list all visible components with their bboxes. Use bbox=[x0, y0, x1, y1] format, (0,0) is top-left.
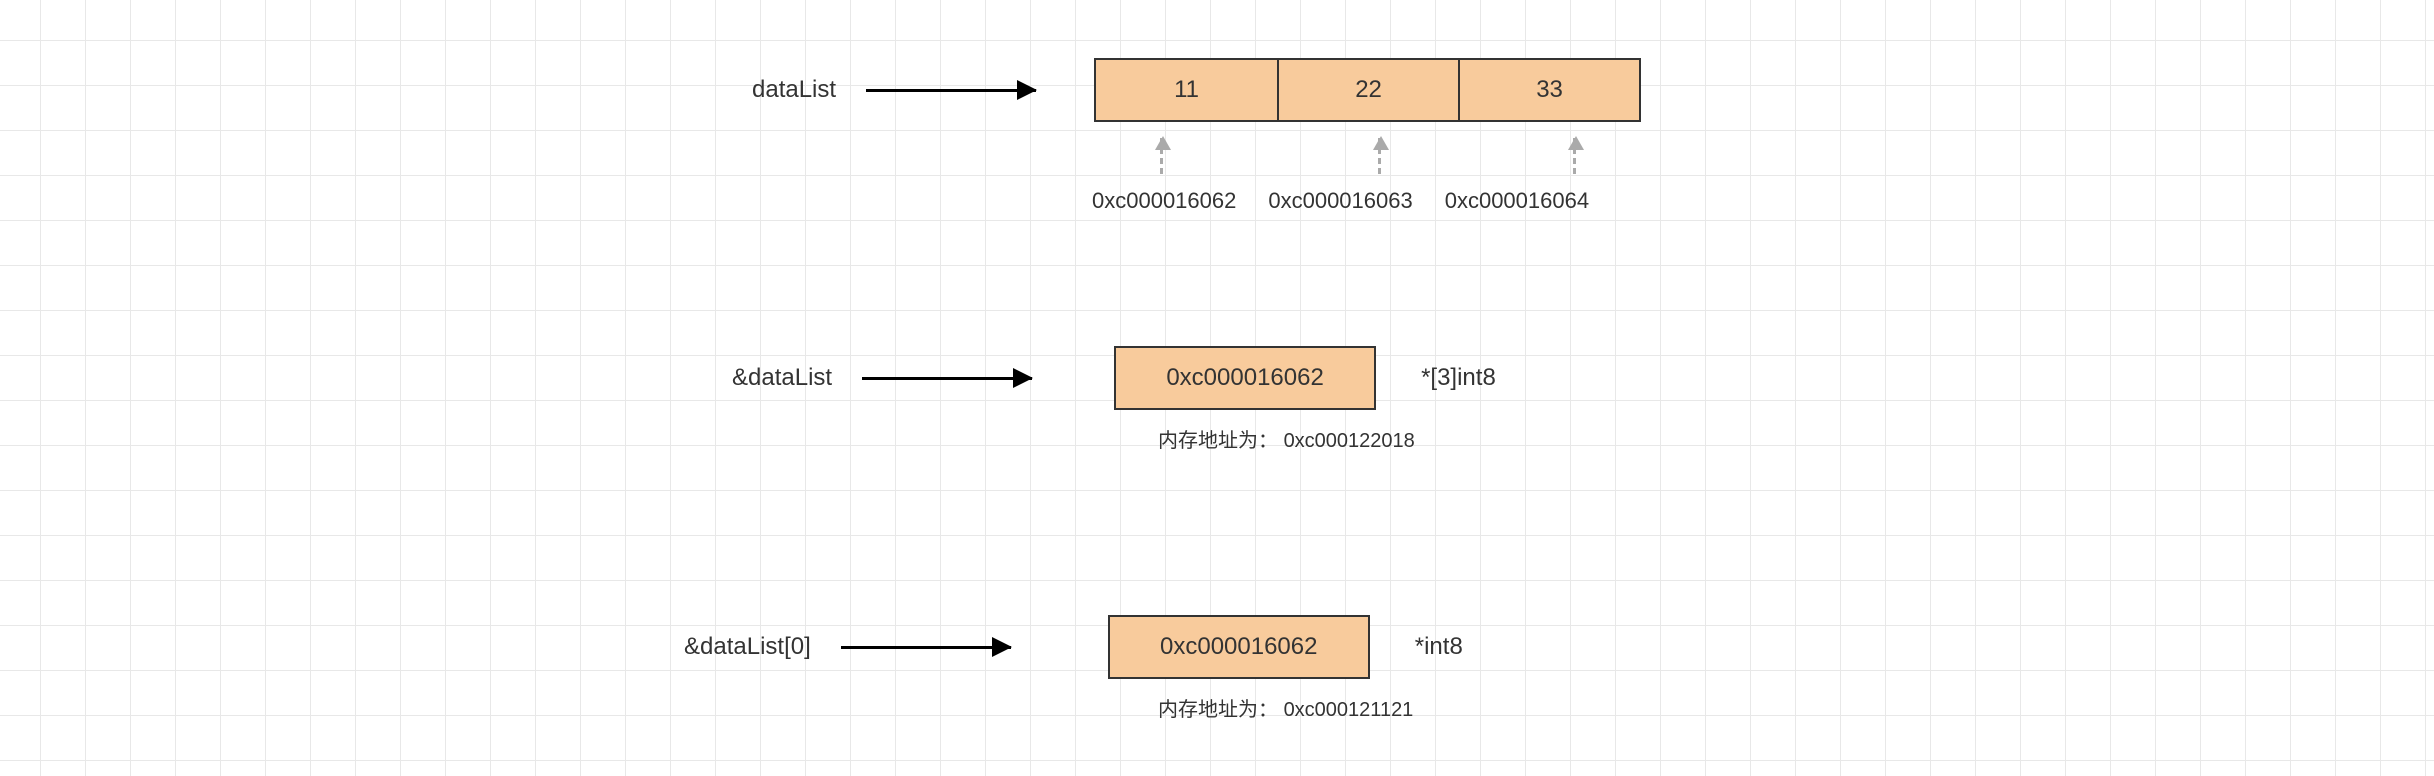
address-row: 0xc000016062 0xc000016063 0xc000016064 bbox=[1092, 188, 1589, 214]
mem-address-line: 内存地址为： 0xc000121121 bbox=[1158, 693, 1413, 722]
mem-label: 内存地址为： bbox=[1158, 430, 1278, 452]
arrow-icon bbox=[862, 377, 1032, 380]
mem-value: 0xc000121121 bbox=[1284, 699, 1414, 721]
type-label: *int8 bbox=[1415, 633, 1463, 661]
mem-address-line: 内存地址为： 0xc000122018 bbox=[1158, 424, 1415, 453]
label-datalist: dataList bbox=[752, 76, 836, 104]
array-cell: 11 bbox=[1094, 58, 1279, 122]
address-label: 0xc000016064 bbox=[1445, 188, 1589, 214]
type-label: *[3]int8 bbox=[1421, 364, 1496, 392]
array-cell: 22 bbox=[1279, 58, 1460, 122]
address-label: 0xc000016063 bbox=[1268, 188, 1412, 214]
pointer-box: 0xc000016062 bbox=[1108, 615, 1370, 679]
label-amp-datalist: &dataList bbox=[732, 364, 832, 392]
label-amp-datalist0: &dataList[0] bbox=[684, 633, 811, 661]
row-amp-datalist: &dataList 0xc000016062 *[3]int8 bbox=[732, 346, 1496, 410]
arrow-icon bbox=[866, 89, 1036, 92]
dashed-arrow-icon bbox=[1378, 138, 1381, 174]
dashed-arrow-icon bbox=[1573, 138, 1576, 174]
array-box: 11 22 33 bbox=[1094, 58, 1641, 122]
array-cell: 33 bbox=[1460, 58, 1641, 122]
row-amp-datalist0: &dataList[0] 0xc000016062 *int8 bbox=[684, 615, 1463, 679]
dashed-arrow-icon bbox=[1160, 138, 1163, 174]
mem-label: 内存地址为： bbox=[1158, 699, 1278, 721]
mem-value: 0xc000122018 bbox=[1284, 430, 1415, 452]
address-label: 0xc000016062 bbox=[1092, 188, 1236, 214]
arrow-icon bbox=[841, 646, 1011, 649]
pointer-box: 0xc000016062 bbox=[1114, 346, 1376, 410]
row-datalist: dataList 11 22 33 bbox=[752, 58, 1641, 122]
